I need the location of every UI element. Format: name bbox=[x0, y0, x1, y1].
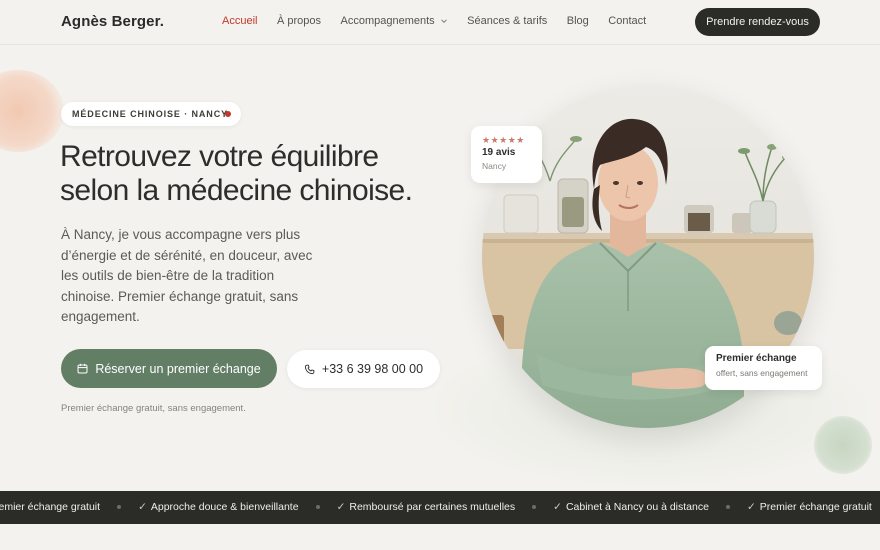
nav-item-seances-tarifs[interactable]: Séances & tarifs bbox=[467, 15, 547, 27]
review-count: 19 avis bbox=[482, 147, 516, 158]
check-icon: ✓ bbox=[746, 501, 756, 513]
nav-item-contact[interactable]: Contact bbox=[608, 15, 646, 27]
exchange-card-title: Premier échange bbox=[716, 353, 797, 364]
nav-label: Accompagnements bbox=[340, 15, 435, 27]
exchange-card-subtitle: offert, sans engagement bbox=[716, 368, 808, 378]
badge-label: MÉDECINE CHINOISE · NANCY bbox=[72, 109, 229, 119]
marquee-track: remier échange gratuit ✓ Approche douce &… bbox=[0, 501, 872, 513]
status-dot-icon bbox=[225, 111, 231, 117]
separator-dot bbox=[532, 505, 537, 509]
nav-label: Séances & tarifs bbox=[467, 15, 548, 27]
site-logo[interactable]: Agnès Berger. bbox=[61, 13, 164, 30]
hero-title-line-2: selon la médecine chinoise. bbox=[60, 174, 413, 207]
nav-item-blog[interactable]: Blog bbox=[567, 15, 589, 27]
separator-dot bbox=[725, 505, 730, 509]
reviews-card: ★★★★★ 19 avis Nancy bbox=[471, 126, 542, 183]
nav-label: Blog bbox=[566, 15, 589, 27]
phone-call-button[interactable]: +33 6 39 98 00 00 bbox=[287, 350, 440, 388]
phone-icon bbox=[304, 364, 315, 374]
separator-dot bbox=[117, 505, 122, 509]
marquee-item: ✓ Premier échange gratuit bbox=[747, 501, 872, 513]
nav-label: À propos bbox=[276, 15, 321, 27]
hero-description: À Nancy, je vous accompagne vers plus d’… bbox=[61, 227, 313, 324]
marquee-item: ✓ Approche douce & bienveillante bbox=[138, 501, 299, 513]
separator-dot bbox=[315, 505, 320, 509]
chevron-down-icon bbox=[440, 19, 447, 24]
free-exchange-note: Premier échange gratuit, sans engagement… bbox=[61, 403, 246, 414]
calendar-icon bbox=[77, 363, 88, 374]
check-icon: ✓ bbox=[553, 501, 562, 513]
marquee-item: ✓ Cabinet à Nancy ou à distance bbox=[553, 501, 709, 513]
marquee-label: Approche douce & bienveillante bbox=[150, 501, 299, 513]
nav-label: Contact bbox=[608, 15, 647, 27]
marquee-label: Premier échange gratuit bbox=[759, 501, 872, 513]
review-city: Nancy bbox=[482, 161, 507, 171]
specialty-badge: MÉDECINE CHINOISE · NANCY bbox=[61, 102, 241, 126]
check-icon: ✓ bbox=[138, 501, 147, 513]
rating-stars-icon: ★★★★★ bbox=[482, 135, 525, 145]
marquee-label: Remboursé par certaines mutuelles bbox=[349, 501, 516, 513]
marquee-item: remier échange gratuit bbox=[0, 501, 100, 513]
decorative-green-blob bbox=[814, 416, 872, 474]
benefits-marquee: remier échange gratuit ✓ Approche douce &… bbox=[0, 491, 880, 524]
decorative-peach-blob bbox=[0, 70, 64, 152]
nav-item-accompagnements[interactable]: Accompagnements bbox=[341, 15, 448, 27]
marquee-item: ✓ Remboursé par certaines mutuelles bbox=[337, 501, 516, 513]
marquee-label: remier échange gratuit bbox=[0, 501, 101, 513]
phone-button-label: +33 6 39 98 00 00 bbox=[321, 362, 424, 376]
primary-button-label: Réserver un premier échange bbox=[95, 361, 261, 376]
nav-item-a-propos[interactable]: À propos bbox=[277, 15, 321, 27]
free-exchange-card: Premier échange offert, sans engagement bbox=[705, 346, 822, 390]
nav-item-accueil[interactable]: Accueil bbox=[222, 15, 257, 27]
check-icon: ✓ bbox=[336, 501, 346, 513]
marquee-label: Cabinet à Nancy ou à distance bbox=[565, 501, 709, 513]
hero-title: Retrouvez votre équilibre selon la médec… bbox=[60, 140, 460, 208]
site-header: Agnès Berger. Accueil À propos Accompagn… bbox=[0, 0, 880, 45]
reserve-first-exchange-button[interactable]: Réserver un premier échange bbox=[61, 349, 277, 388]
main-nav: Accueil À propos Accompagnements Séances… bbox=[222, 15, 666, 27]
book-appointment-button[interactable]: Prendre rendez-vous bbox=[695, 8, 820, 36]
hero-title-line-1: Retrouvez votre équilibre bbox=[60, 140, 379, 173]
nav-label: Accueil bbox=[222, 15, 258, 27]
